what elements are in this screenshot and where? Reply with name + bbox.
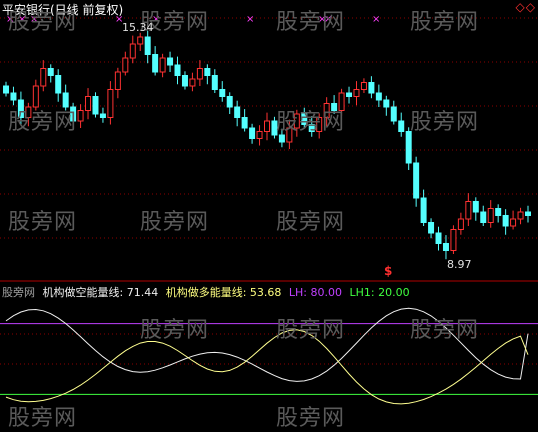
- candle-body: [420, 197, 427, 223]
- candle-body: [219, 89, 226, 97]
- candle-body: [517, 211, 524, 220]
- candle-body: [47, 68, 54, 76]
- candle-body: [129, 43, 136, 59]
- high-price-label: 15.34: [122, 21, 154, 34]
- candle-body: [152, 54, 159, 73]
- x-marker-icon: ×: [246, 14, 254, 25]
- candle-body: [383, 99, 390, 108]
- candle-body: [249, 127, 256, 139]
- x-marker-icon: ×: [372, 14, 380, 25]
- candle-body: [346, 92, 353, 97]
- legend-short-line: 机构做空能量线: 71.44: [42, 286, 159, 299]
- candle-body: [144, 36, 151, 55]
- candle-body: [375, 92, 382, 101]
- sell-signal-marker: $: [384, 264, 393, 278]
- candle-body: [99, 113, 106, 118]
- candle-body: [167, 57, 174, 66]
- candle-body: [3, 85, 9, 94]
- candle-body: [390, 106, 397, 122]
- candle-body: [114, 71, 121, 90]
- candle-body: [405, 131, 412, 164]
- candle-body: [278, 134, 285, 143]
- candle-body: [241, 117, 248, 129]
- candle-body: [472, 201, 479, 213]
- candle-body: [457, 218, 464, 230]
- candle-body: [159, 57, 166, 73]
- legend-source: 股旁网: [2, 286, 35, 299]
- candle-body: [181, 75, 188, 87]
- watermark: 股旁网: [8, 10, 78, 35]
- candle-body: [442, 243, 449, 251]
- candle-body: [264, 120, 270, 132]
- candle-body: [495, 208, 502, 216]
- candle-body: [92, 96, 99, 115]
- stock-chart-canvas[interactable]: × × × × × × ×× ×: [0, 0, 538, 425]
- candle-body: [428, 222, 435, 234]
- candle-body: [450, 229, 457, 251]
- candle-body: [204, 68, 211, 76]
- candle-body: [55, 75, 62, 94]
- watermark: 股旁网: [276, 110, 346, 135]
- candle-body: [487, 208, 494, 223]
- watermark: 股旁网: [140, 318, 210, 343]
- candle-body: [77, 110, 84, 122]
- candle-body: [360, 82, 367, 90]
- candle-body: [196, 68, 203, 80]
- watermark: 股旁网: [276, 318, 346, 343]
- watermark: 股旁网: [276, 406, 346, 431]
- legend-lh: LH: 80.00: [288, 286, 342, 299]
- candle-body: [435, 232, 442, 244]
- watermark: 股旁网: [8, 406, 78, 431]
- watermark: 股旁网: [8, 210, 78, 235]
- candle-body: [234, 106, 241, 118]
- candle-body: [480, 211, 487, 223]
- window-controls-icon[interactable]: ◇◇: [516, 0, 536, 14]
- legend-lh1: LH1: 20.00: [349, 286, 410, 299]
- candle-body: [256, 131, 263, 139]
- candle-body: [465, 201, 472, 220]
- candle-body: [502, 215, 509, 227]
- candle-body: [137, 36, 144, 45]
- candle-body: [353, 89, 360, 97]
- candle-body: [122, 57, 129, 73]
- candle-body: [10, 92, 17, 101]
- candle-body: [211, 75, 218, 90]
- candle-body: [525, 211, 531, 216]
- candle-body: [413, 162, 420, 199]
- candle-body: [107, 89, 114, 118]
- candle-body: [368, 82, 375, 94]
- candlestick-series[interactable]: [3, 30, 531, 260]
- legend-long-line: 机构做多能量线: 53.68: [165, 286, 282, 299]
- candle-body: [226, 96, 233, 108]
- candle-body: [398, 120, 405, 132]
- candle-body: [189, 78, 196, 87]
- watermark: 股旁网: [8, 110, 78, 135]
- candle-body: [174, 64, 181, 76]
- watermark: 股旁网: [410, 10, 480, 35]
- candle-body: [40, 68, 47, 87]
- watermark: 股旁网: [276, 210, 346, 235]
- watermark: 股旁网: [276, 10, 346, 35]
- candle-body: [85, 96, 92, 111]
- candle-body: [510, 218, 517, 227]
- watermark: 股旁网: [140, 210, 210, 235]
- low-price-label: 8.97: [447, 258, 472, 271]
- watermark: 股旁网: [410, 318, 480, 343]
- indicator-legend: 股旁网 机构做空能量线: 71.44 机构做多能量线: 53.68 LH: 80…: [2, 284, 414, 300]
- watermark: 股旁网: [410, 110, 480, 135]
